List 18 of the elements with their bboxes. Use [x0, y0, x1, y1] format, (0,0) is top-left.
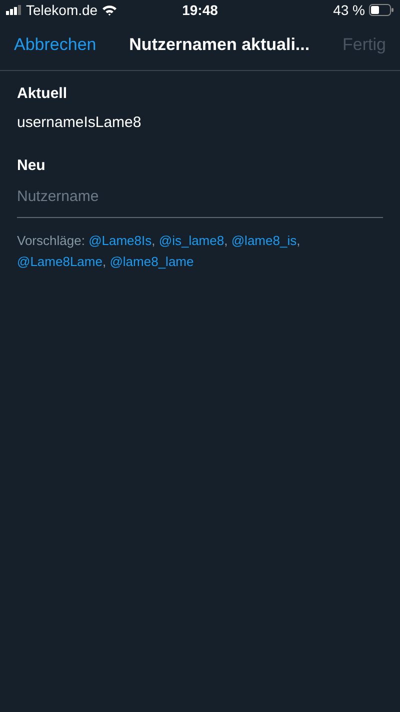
suggestion-link[interactable]: @Lame8Lame	[17, 254, 102, 269]
cancel-button[interactable]: Abbrechen	[14, 35, 96, 55]
section-label: Neu	[17, 157, 46, 174]
suggestion-link[interactable]: @Lame8Is	[88, 233, 152, 248]
battery-percent: 43 %	[333, 2, 365, 18]
screen-title: Nutzernamen aktuali...	[129, 35, 310, 55]
suggestion-link[interactable]: @lame8_lame	[110, 254, 194, 269]
suggestions-text: Vorschläge: @Lame8Is, @is_lame8, @lame8_is, @Lame8Lame, @lame8_lame	[17, 232, 302, 271]
carrier-name: Telekom.de	[26, 2, 98, 18]
suggestion-link[interactable]: @lame8_is	[231, 233, 297, 248]
clock-time: 19:48	[182, 2, 218, 18]
battery-icon	[369, 4, 394, 16]
wifi-icon	[102, 4, 117, 16]
suggestion-link[interactable]: @is_lame8	[158, 233, 224, 248]
current-username: usernameIsLame8	[17, 114, 142, 131]
section-label: Aktuell	[17, 85, 68, 102]
signal-icon	[6, 5, 22, 15]
username-field[interactable]: Nutzername	[17, 178, 383, 218]
